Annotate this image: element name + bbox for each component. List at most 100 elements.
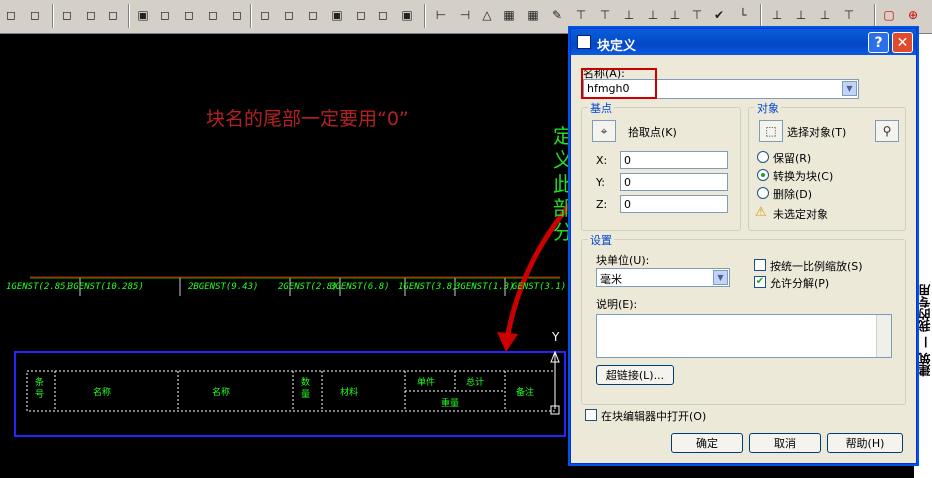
hyperlink-button[interactable]: 超链接(L)... bbox=[596, 365, 674, 385]
strip-label: 1GENST(2.85) bbox=[6, 282, 72, 292]
xy-icon[interactable]: ▦ bbox=[500, 6, 518, 24]
settings-group: 设置 块单位(U): 毫米 ▼ 按统一比例缩放(S) ✔ 允许分解(P) 说明(… bbox=[581, 232, 906, 405]
open-in-editor-label: 在块编辑器中打开(O) bbox=[601, 410, 707, 423]
table-cell: 数量 bbox=[301, 378, 311, 400]
table-cell: 单件 bbox=[417, 378, 436, 388]
tool-icon-8[interactable]: ◻ bbox=[180, 6, 198, 24]
scale-uniform-label: 按统一比例缩放(S) bbox=[770, 260, 863, 273]
tool-icon-15[interactable]: ◻ bbox=[352, 6, 370, 24]
pick-point-label: 拾取点(K) bbox=[628, 126, 677, 139]
palette-title: 建筑 — 我的专用 bbox=[918, 284, 932, 377]
dim-aligned-icon[interactable]: ⊣ bbox=[456, 6, 474, 24]
dim-icon-9[interactable]: ⊥ bbox=[792, 6, 810, 24]
description-scrollbar[interactable] bbox=[876, 315, 891, 357]
retain-label: 保留(R) bbox=[773, 152, 812, 165]
delete-radio[interactable] bbox=[757, 187, 769, 199]
y-label: Y: bbox=[596, 176, 605, 189]
convert-radio[interactable] bbox=[757, 169, 769, 181]
unit-value: 毫米 bbox=[600, 273, 622, 286]
chevron-down-icon[interactable]: ▼ bbox=[842, 81, 857, 96]
highlight-box bbox=[581, 68, 657, 99]
x-label: X: bbox=[596, 154, 608, 167]
tool-icon-17[interactable]: ▣ bbox=[398, 6, 416, 24]
dim-icon-6[interactable]: ⊤ bbox=[688, 6, 706, 24]
dim-icon-5[interactable]: ⊥ bbox=[666, 6, 684, 24]
toolbar-separator bbox=[128, 4, 130, 28]
warning-icon: ⚠ bbox=[755, 205, 767, 220]
dim-icon-10[interactable]: ⊥ bbox=[816, 6, 834, 24]
tool-icon-13[interactable]: ◻ bbox=[304, 6, 322, 24]
toolbar-separator bbox=[250, 4, 252, 28]
cancel-button[interactable]: 取消 bbox=[749, 433, 821, 453]
tool-icon-5[interactable]: ◻ bbox=[104, 6, 122, 24]
close-icon[interactable]: ✕ bbox=[892, 32, 913, 53]
description-label: 说明(E): bbox=[596, 298, 638, 311]
tool-icon-2[interactable]: ◻ bbox=[26, 6, 44, 24]
dim-icon-2[interactable]: ⊤ bbox=[596, 6, 614, 24]
open-in-editor-checkbox[interactable] bbox=[585, 409, 597, 421]
tool-icon-10[interactable]: ◻ bbox=[228, 6, 246, 24]
table-cell: 重量 bbox=[441, 399, 460, 409]
triangle-icon[interactable]: △ bbox=[478, 6, 496, 24]
tool-icon-4[interactable]: ◻ bbox=[82, 6, 100, 24]
strip-label: GENST(3.1) bbox=[512, 282, 567, 292]
dim-icon-11[interactable]: ⊤ bbox=[840, 6, 858, 24]
tool-icon-16[interactable]: ◻ bbox=[374, 6, 392, 24]
h7-icon[interactable]: ▦ bbox=[524, 6, 542, 24]
warning-label: 未选定对象 bbox=[773, 208, 828, 221]
description-textarea[interactable] bbox=[596, 314, 892, 358]
chevron-down-icon[interactable]: ▼ bbox=[713, 270, 728, 285]
help-icon[interactable]: ? bbox=[868, 32, 889, 53]
table-cell: 备注 bbox=[516, 388, 535, 398]
strip-label: 2BGENST(9.43) bbox=[188, 282, 259, 292]
scale-uniform-checkbox[interactable] bbox=[754, 259, 766, 271]
convert-label: 转换为块(C) bbox=[773, 170, 834, 183]
tool-icon-12[interactable]: ◻ bbox=[280, 6, 298, 24]
retain-radio[interactable] bbox=[757, 151, 769, 163]
strip-label: 2GENST(2.8) bbox=[278, 282, 338, 292]
dim-icon-4[interactable]: ⊥ bbox=[644, 6, 662, 24]
select-objects-label: 选择对象(T) bbox=[787, 126, 847, 139]
dim-icon-7[interactable]: └ bbox=[734, 6, 752, 24]
tool-icon-6[interactable]: ▣ bbox=[134, 6, 152, 24]
dim-icon-1[interactable]: ⊤ bbox=[572, 6, 590, 24]
dialog-title: 块定义 bbox=[597, 39, 637, 54]
pick-point-icon[interactable]: ⌖ bbox=[592, 120, 616, 142]
tool-icon-7[interactable]: ◻ bbox=[156, 6, 174, 24]
tool-icon-9[interactable]: ◻ bbox=[204, 6, 222, 24]
z-input[interactable]: 0 bbox=[620, 195, 728, 213]
allow-explode-label: 允许分解(P) bbox=[770, 277, 830, 290]
tool-icon-14[interactable]: ▣ bbox=[328, 6, 346, 24]
allow-explode-checkbox[interactable]: ✔ bbox=[754, 276, 766, 288]
quick-select-icon[interactable]: ⚲ bbox=[875, 120, 899, 142]
tool-icon-1[interactable]: ◻ bbox=[2, 6, 20, 24]
x-input[interactable]: 0 bbox=[620, 151, 728, 169]
select-objects-icon[interactable]: ⬚ bbox=[759, 120, 783, 142]
block-definition-dialog: 块定义 ? ✕ 名称(A): hfmgh0 ▼ 基点 ⌖ 拾取点(K) X: 0… bbox=[570, 28, 917, 464]
table-cell: 名称 bbox=[212, 388, 231, 398]
annotation-text: 块名的尾部一定要用“0” bbox=[206, 108, 409, 130]
ok-button[interactable]: 确定 bbox=[671, 433, 743, 453]
red-box-icon[interactable]: ▢ bbox=[880, 6, 898, 24]
tool-icon-3[interactable]: ◻ bbox=[58, 6, 76, 24]
ucs-y-label: Y bbox=[552, 330, 560, 344]
y-input[interactable]: 0 bbox=[620, 173, 728, 191]
dim-icon-3[interactable]: ⊥ bbox=[620, 6, 638, 24]
red-tool-icon[interactable]: ⊕ bbox=[904, 6, 922, 24]
unit-select[interactable]: 毫米 ▼ bbox=[596, 268, 730, 287]
help-button[interactable]: 帮助(H) bbox=[827, 433, 903, 453]
z-label: Z: bbox=[596, 198, 608, 211]
toolbar-separator bbox=[424, 4, 426, 28]
tool-icon-11[interactable]: ◻ bbox=[256, 6, 274, 24]
basepoint-title: 基点 bbox=[588, 100, 614, 116]
edit-icon[interactable]: ✎ bbox=[548, 6, 566, 24]
dim-linear-icon[interactable]: ⊢ bbox=[432, 6, 450, 24]
dim-icon-8[interactable]: ⊥ bbox=[768, 6, 786, 24]
unit-label: 块单位(U): bbox=[596, 254, 650, 267]
strip-label: 1GENST(3.8) bbox=[398, 282, 458, 292]
strip-label: 3GENST(1.3) bbox=[455, 282, 515, 292]
dialog-titlebar[interactable]: 块定义 ? ✕ bbox=[571, 29, 916, 55]
check-icon[interactable]: ✔ bbox=[710, 6, 728, 24]
settings-title: 设置 bbox=[588, 232, 614, 248]
objects-group: 对象 ⬚ 选择对象(T) ⚲ 保留(R) 转换为块(C) 删除(D) ⚠ 未选定… bbox=[748, 100, 906, 231]
